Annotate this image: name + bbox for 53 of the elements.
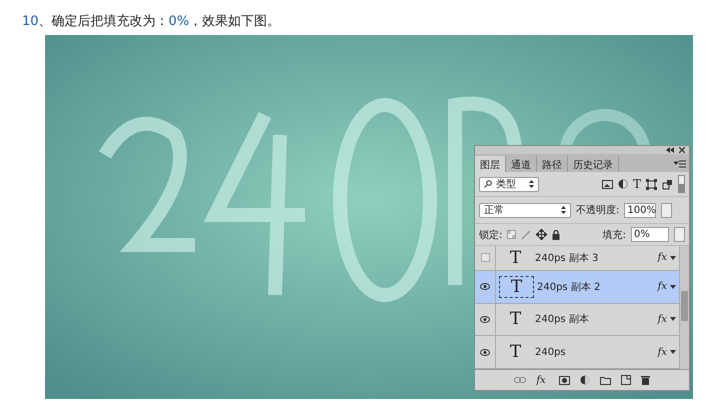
lock-icon[interactable] bbox=[552, 230, 560, 240]
layer-name: 240ps bbox=[535, 346, 567, 358]
effects-icon: fx bbox=[658, 281, 667, 292]
panel-tab[interactable]: 路径 bbox=[537, 156, 568, 172]
blend-mode-dropdown[interactable]: 正常 bbox=[479, 202, 571, 218]
smart-object-icon[interactable] bbox=[662, 178, 673, 190]
menu-icon[interactable] bbox=[674, 160, 686, 168]
text-layer-icon: T bbox=[499, 309, 532, 330]
move-icon[interactable] bbox=[536, 229, 548, 240]
add-effect-button[interactable]: fx bbox=[536, 374, 546, 386]
search-icon bbox=[484, 180, 492, 188]
opacity-field[interactable]: 100% bbox=[624, 202, 656, 218]
panel-tab[interactable]: 图层 bbox=[475, 156, 506, 172]
stepper-icon bbox=[529, 180, 534, 188]
effects-icon: fx bbox=[658, 346, 667, 358]
caret-icon[interactable] bbox=[670, 256, 676, 260]
text-layer-icon: T bbox=[499, 276, 534, 298]
scrollbar[interactable] bbox=[679, 246, 689, 369]
lock-label: 锁定: bbox=[479, 228, 502, 242]
filter-dropdown[interactable]: 类型 bbox=[479, 176, 539, 192]
toggle-icon[interactable] bbox=[678, 175, 685, 193]
shape-icon[interactable] bbox=[646, 178, 657, 190]
adjustment-icon[interactable] bbox=[580, 375, 590, 385]
collapse-icon[interactable] bbox=[666, 147, 674, 153]
text-layer-icon: T bbox=[499, 248, 532, 268]
caret-icon[interactable] bbox=[670, 350, 676, 354]
folder-icon[interactable] bbox=[600, 376, 611, 384]
new-layer-icon[interactable] bbox=[620, 375, 631, 385]
layer-name: 240ps 副本 bbox=[535, 312, 590, 326]
trash-icon[interactable] bbox=[640, 375, 650, 385]
fill-label: 填充: bbox=[602, 228, 626, 242]
layer-row[interactable]: T 240ps 副本 2 fx bbox=[475, 270, 679, 304]
stepper-icon bbox=[561, 206, 566, 214]
layer-name: 240ps 副本 3 bbox=[535, 252, 600, 265]
caret-icon[interactable] bbox=[670, 317, 676, 322]
opacity-label: 不透明度: bbox=[576, 204, 620, 217]
caret-icon[interactable] bbox=[670, 284, 676, 289]
panel-tab[interactable]: 通道 bbox=[506, 156, 537, 172]
effects-icon: fx bbox=[658, 252, 667, 264]
text-layer-icon: T bbox=[499, 342, 532, 362]
close-icon[interactable] bbox=[679, 147, 685, 153]
circle-icon[interactable] bbox=[618, 179, 628, 189]
effects-icon: fx bbox=[658, 314, 667, 325]
layer-name: 240ps 副本 2 bbox=[537, 280, 602, 294]
step-text: 10、确定后把填充改为：0%，效果如下图。 bbox=[21, 13, 282, 31]
fill-field[interactable]: 0% bbox=[631, 227, 669, 242]
eye-icon[interactable] bbox=[480, 316, 490, 323]
type-filter-icon[interactable]: T bbox=[632, 177, 641, 191]
mask-icon[interactable] bbox=[558, 376, 570, 384]
eye-icon[interactable] bbox=[480, 348, 490, 356]
eye-icon[interactable] bbox=[480, 283, 490, 290]
image-icon[interactable] bbox=[602, 180, 613, 188]
panel-tab[interactable]: 历史记录 bbox=[568, 156, 619, 172]
